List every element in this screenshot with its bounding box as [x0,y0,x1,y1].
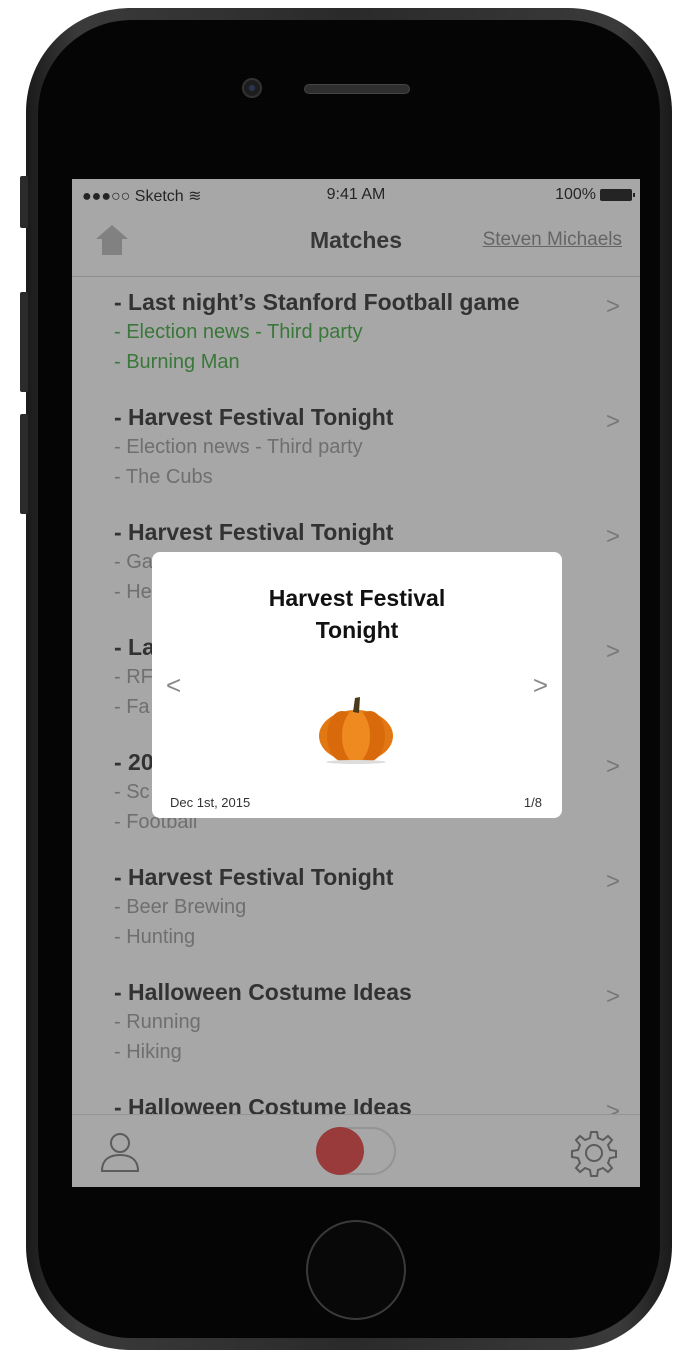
mute-switch [20,176,28,228]
home-button[interactable] [306,1220,406,1320]
modal-date: Dec 1st, 2015 [170,795,251,810]
earpiece-speaker [304,84,410,94]
app-screen: ●●●○○ Sketch ≋ 9:41 AM 100% Matches Stev… [72,179,640,1187]
chevron-right-icon[interactable]: > [533,670,548,701]
modal-page-indicator: 1/8 [523,795,542,810]
volume-up-button [20,292,28,392]
event-modal: Harvest Festival Tonight < > Dec 1st, 20… [152,552,562,818]
chevron-left-icon[interactable]: < [166,670,181,701]
front-camera [242,78,262,98]
pumpkin-image [319,697,393,764]
volume-down-button [20,414,28,514]
modal-title: Harvest Festival Tonight [268,585,446,643]
